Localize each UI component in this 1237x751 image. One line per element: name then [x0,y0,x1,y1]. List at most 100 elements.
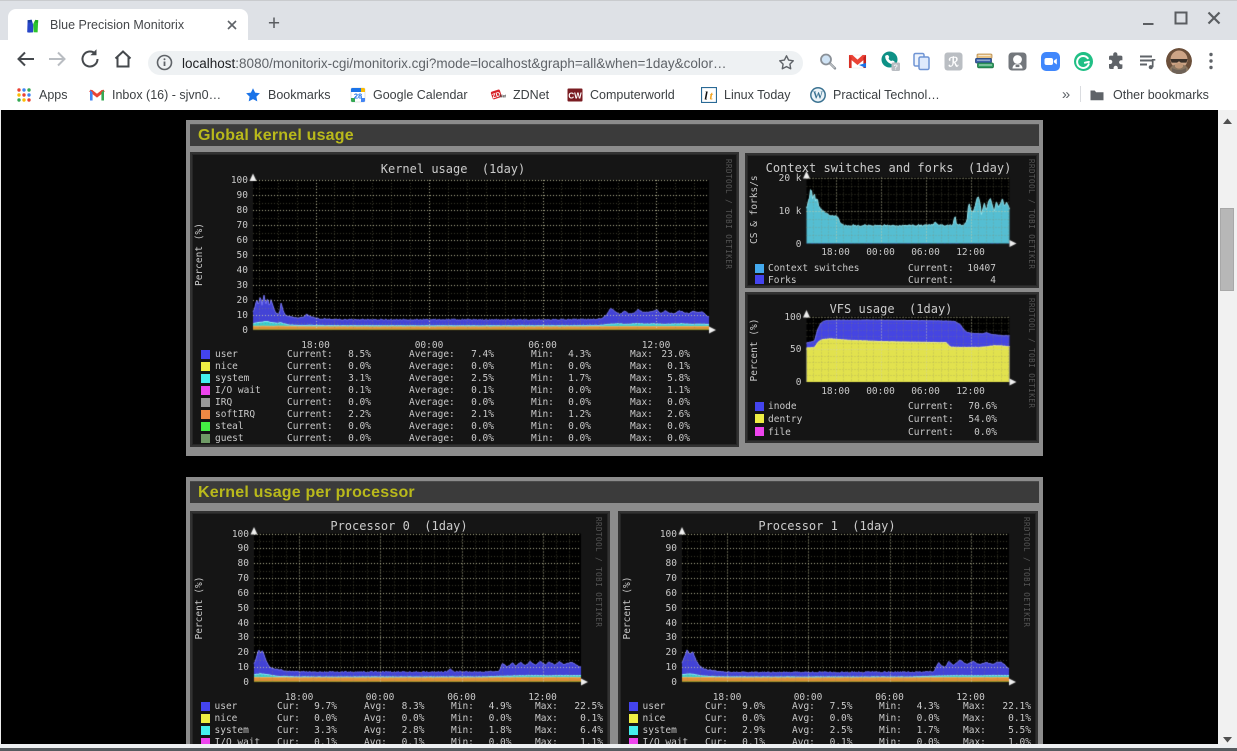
profile-avatar[interactable] [1166,48,1192,74]
y-tick-label: 20 [213,647,249,658]
legend-color-box [201,726,210,735]
bookmark-bookmarks[interactable]: Bookmarks [245,84,331,106]
graph-title: VFS usage (1day) [830,302,953,316]
browser-tab[interactable]: Blue Precision Monitorix [8,9,248,41]
graph-vfs-usage[interactable]: VFS usage (1day)Percent (%)05010018:0000… [745,292,1039,443]
legend-stat-value: 0.0% [309,421,371,432]
reload-icon[interactable] [79,48,101,70]
legend-stat-value: 4.9% [450,701,512,712]
y-tick-label: 0 [772,377,802,388]
rrdtool-watermark: RRDTOOL / TOBI OETIKER [1027,298,1036,408]
legend-stat-value: 0.0% [309,397,371,408]
legend-stat-value: 0.0% [450,713,512,724]
graph-title: Context switches and forks (1day) [766,161,1012,175]
legend-stat-value: 2.9% [703,725,765,736]
bookmark-star-icon[interactable] [778,54,795,71]
grammarly-extension-icon[interactable] [1073,51,1094,72]
legend-color-box [201,386,210,395]
legend-color-box [201,434,210,443]
graph-context-switches[interactable]: Context switches and forks (1day) CS & fo… [745,153,1039,288]
bookmark-linux-today[interactable]: l t Linux Today [701,84,791,106]
section-title: Global kernel usage [198,127,1039,145]
url-text[interactable]: localhost:8080/monitorix-cgi/monitorix.c… [182,56,726,72]
other-bookmarks[interactable]: Other bookmarks [1089,84,1209,106]
rrdtool-watermark: RRDTOOL / TOBI OETIKER [594,517,603,627]
graph-processor-0[interactable]: Processor 0 (1day)Percent (%)01020304050… [190,511,610,751]
playlist-music-icon[interactable] [1137,51,1158,72]
y-tick-label: 50 [212,250,248,261]
home-icon[interactable] [112,48,134,70]
tab-close-icon[interactable] [224,17,240,33]
zoom-extension-icon[interactable] [1040,51,1061,72]
extensions-puzzle-icon[interactable] [1105,51,1126,72]
linux-today-icon: l t [701,87,717,103]
address-bar[interactable]: localhost:8080/monitorix-cgi/monitorix.c… [148,51,803,75]
bookmark-zdnet[interactable]: ZD Net ZDNet [490,84,549,106]
search-extension-icon[interactable] [817,51,838,72]
legend-stat-value: 2.5% [432,373,494,384]
legend-series-label: IRQ [215,397,232,408]
rrdtool-watermark: RRDTOOL / TOBI OETIKER [1027,159,1036,269]
legend-stat-value: 0.1% [628,361,690,372]
legend-stat-value: 10407 [934,263,996,274]
legend-color-box [201,362,210,371]
other-bookmarks-label: Other bookmarks [1113,88,1209,102]
legend-series-label: nice [215,361,238,372]
y-tick-label: 90 [641,543,677,554]
section-header: Kernel usage per processor [190,481,1039,503]
legend-color-box [629,714,638,723]
bookmark-google-calendar[interactable]: 28 Google Calendar [350,84,468,106]
y-tick-label: 50 [772,344,802,355]
legend-color-box [201,714,210,723]
graph-kernel-usage[interactable]: Kernel usage (1day)Percent (%)0102030405… [190,152,739,447]
forward-icon[interactable] [46,48,68,70]
legend-stat-value: 1.2% [529,409,591,420]
legend-stat-value: 4.3% [529,349,591,360]
graph-processor-1[interactable]: Processor 1 (1day)Percent (%)01020304050… [618,511,1038,751]
scrollbar-thumb[interactable] [1220,208,1234,291]
minimize-icon[interactable] [1137,7,1159,29]
bookmark-label: Practical Technol… [833,88,940,102]
bookmark-apps[interactable]: Apps [16,84,68,106]
bookmark-computerworld[interactable]: CW Computerworld [567,84,675,106]
bookmark-inbox[interactable]: Inbox (16) - sjvn0… [89,84,221,106]
scroll-up-icon[interactable] [1218,112,1237,131]
legend-stat-value: 23.0% [628,349,690,360]
legend-stat-value: 0.1% [969,713,1031,724]
legend-stat-value: 5.5% [969,725,1031,736]
bookmarks-bar: Apps Inbox (16) - sjvn0… Bookmarks 28 Go… [0,78,1237,110]
page-info-icon[interactable] [156,54,173,71]
legend-stat-value: 22.1% [969,701,1031,712]
bookmark-label: Inbox (16) - sjvn0… [112,88,221,102]
voice-phone-extension-icon[interactable]: ? [880,51,901,72]
person-bust-extension-icon[interactable] [1007,51,1028,72]
legend-stat-value: 0.0% [432,397,494,408]
back-icon[interactable] [15,48,37,70]
maximize-icon[interactable] [1170,7,1192,29]
bookmark-practical-technology[interactable]: W Practical Technol… [810,84,940,106]
legend-stat-value: 2.5% [791,725,853,736]
copy-pages-extension-icon[interactable] [911,51,932,72]
legend-stat-value: 0.0% [529,385,591,396]
svg-text:?: ? [893,62,898,71]
menu-kebab-icon[interactable] [1204,50,1218,72]
new-tab-button[interactable]: + [262,13,286,37]
legend-series-label: dentry [768,414,802,425]
graph-title: Processor 0 (1day) [330,519,467,533]
legend-series-label: file [768,427,791,438]
legend-stat-value: 2.2% [309,409,371,420]
bookmarks-overflow-chevron[interactable]: » [1056,84,1076,106]
legend-series-label: guest [215,433,244,444]
wordpress-icon: W [810,87,826,103]
y-tick-label: 0 [772,239,802,250]
gmail-extension-icon[interactable] [847,51,868,72]
close-icon[interactable] [1203,7,1225,29]
browser-toolbar: localhost:8080/monitorix-cgi/monitorix.c… [0,40,1237,78]
legend-color-box [201,350,210,359]
x-tick-label: 12:00 [956,247,985,258]
graph-ylabel: CS & forks/s [749,178,760,244]
r-gray-extension-icon[interactable]: ℛ [943,51,964,72]
graph-title: Processor 1 (1day) [758,519,895,533]
books-stack-extension-icon[interactable] [974,51,995,72]
page-scrollbar[interactable] [1218,110,1237,751]
